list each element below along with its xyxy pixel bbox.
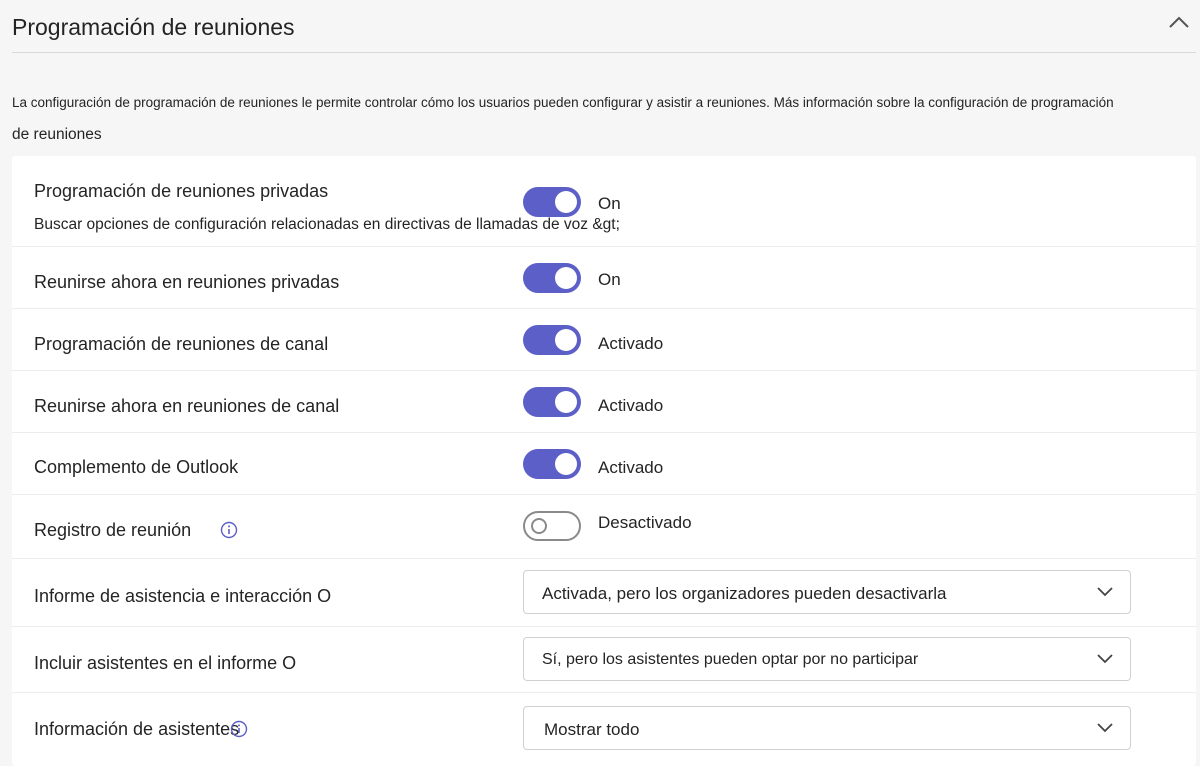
setting-row-attendee-info: Información de asistentes Mostrar todo (12, 692, 1196, 766)
toggle-state: On (598, 270, 621, 289)
attendance-report-dropdown[interactable]: Activada, pero los organizadores pueden … (523, 570, 1131, 614)
section-description: La configuración de programación de reun… (12, 87, 1162, 151)
setting-row-meeting-registration: Registro de reunión Desactivado (12, 494, 1196, 559)
description-line-1: La configuración de programación de reun… (12, 95, 1114, 110)
setting-label: Informe de asistencia e interacción O (34, 586, 332, 606)
toggle-state: Desactivado (598, 513, 692, 532)
setting-label: Incluir asistentes en el informe O (34, 653, 297, 673)
info-icon[interactable] (220, 521, 238, 539)
settings-panel: Programación de reuniones privadas Busca… (12, 156, 1196, 766)
toggle-state: On (598, 194, 621, 213)
info-icon[interactable] (230, 720, 248, 738)
include-attendees-dropdown[interactable]: Sí, pero los asistentes pueden optar por… (523, 637, 1131, 681)
chevron-down-icon (1097, 723, 1113, 733)
setting-label: Programación de reuniones privadas (34, 181, 329, 201)
dropdown-value: Sí, pero los asistentes pueden optar por… (542, 651, 919, 668)
chevron-down-icon (1097, 587, 1113, 597)
setting-label: Complemento de Outlook (34, 457, 239, 477)
setting-row-meet-now-private: Reunirse ahora en reuniones privadas On (12, 246, 1196, 309)
setting-label: Programación de reuniones de canal (34, 334, 329, 354)
setting-row-attendance-report: Informe de asistencia e interacción O Ac… (12, 558, 1196, 627)
related-settings-link[interactable]: Buscar opciones de configuración relacio… (34, 216, 620, 234)
page-title: Programación de reuniones (12, 14, 295, 40)
chevron-up-icon[interactable] (1168, 14, 1190, 30)
setting-row-outlook-addin: Complemento de Outlook Activado (12, 432, 1196, 495)
outlook-addin-toggle[interactable] (523, 449, 581, 479)
setting-row-include-attendees: Incluir asistentes en el informe O Sí, p… (12, 626, 1196, 693)
description-line-2: de reuniones (12, 126, 102, 143)
setting-label: Registro de reunión (34, 520, 192, 540)
chevron-down-icon (1097, 654, 1113, 664)
dropdown-value: Activada, pero los organizadores pueden … (542, 584, 947, 603)
setting-label: Información de asistentes (34, 719, 240, 739)
meet-now-channel-toggle[interactable] (523, 387, 581, 417)
section-header: Programación de reuniones (12, 0, 1196, 53)
setting-row-private-scheduling: Programación de reuniones privadas Busca… (12, 156, 1196, 247)
private-scheduling-toggle[interactable] (523, 187, 581, 217)
setting-row-channel-scheduling: Programación de reuniones de canal Activ… (12, 308, 1196, 371)
meet-now-private-toggle[interactable] (523, 263, 581, 293)
channel-scheduling-toggle[interactable] (523, 325, 581, 355)
toggle-state: Activado (598, 458, 664, 477)
meeting-registration-toggle[interactable] (523, 511, 581, 541)
attendee-info-dropdown[interactable]: Mostrar todo (523, 706, 1131, 750)
toggle-state: Activado (598, 396, 664, 415)
dropdown-value: Mostrar todo (544, 720, 640, 739)
setting-label: Reunirse ahora en reuniones privadas (34, 272, 340, 292)
setting-row-meet-now-channel: Reunirse ahora en reuniones de canal Act… (12, 370, 1196, 433)
toggle-state: Activado (598, 334, 664, 353)
setting-label: Reunirse ahora en reuniones de canal (34, 396, 340, 416)
